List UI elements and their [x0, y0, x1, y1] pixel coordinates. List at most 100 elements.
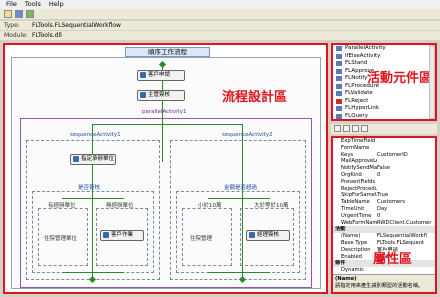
query-icon — [336, 113, 342, 119]
module-label: Module: — [4, 32, 28, 39]
notify-icon — [336, 76, 342, 81]
property-row[interactable]: ExpTimeField — [333, 138, 435, 145]
events-icon[interactable] — [361, 125, 368, 132]
property-key: Enabled — [341, 253, 362, 260]
property-value[interactable] — [377, 267, 435, 274]
property-value[interactable]: True — [377, 192, 435, 199]
approve-icon — [73, 156, 79, 162]
designer-region-label: 流程設計區 — [222, 90, 288, 105]
activity-manager[interactable]: 經理簽核 — [246, 230, 290, 241]
menu-bar: File Tools Help — [0, 0, 440, 9]
activity-item[interactable]: FLHyperLink — [333, 105, 435, 113]
property-row[interactable]: FormName — [333, 145, 435, 152]
activity-item[interactable]: ParallelActivity — [333, 45, 435, 53]
property-value[interactable] — [377, 145, 435, 152]
property-key: OrgKind — [341, 171, 362, 178]
property-value[interactable]: CustomerID — [377, 152, 435, 159]
property-value[interactable]: FLSequentialWorkfl — [377, 233, 435, 240]
property-key: FormName — [341, 144, 370, 151]
if-amount-label: 金額是否超過 — [224, 185, 258, 191]
property-row[interactable]: UrgentTime 0 — [333, 213, 435, 220]
activity-panel: ParallelActivity IfElseActivity FLStand … — [331, 43, 437, 121]
property-key: Description — [341, 246, 371, 253]
property-row[interactable]: Base Type FLTools.FLSequent — [333, 240, 435, 247]
activity-assign-clerk[interactable]: 指定承辦單位 — [70, 154, 116, 165]
property-key: UrgentTime — [341, 212, 372, 219]
if-sign-label: 是否簽核 — [78, 185, 101, 191]
menu-help[interactable]: Help — [49, 0, 64, 9]
property-key: TableName — [341, 199, 370, 206]
start-node — [158, 60, 167, 69]
property-grid: ExpTimeField FormName Keys CustomerID MailAp… — [331, 136, 437, 294]
property-key: RejectProcedure — [341, 185, 377, 192]
ifelse-icon — [336, 53, 342, 59]
activity-customer-proc[interactable]: 客戶作業 — [100, 230, 144, 241]
property-value[interactable]: FLTools.FLSequent — [377, 240, 435, 247]
activity-customer-service[interactable]: 客戶申請 — [137, 70, 185, 81]
menu-tools[interactable]: Tools — [25, 0, 41, 9]
property-value[interactable] — [377, 179, 435, 186]
property-value[interactable]: RWDClient.Customer — [377, 220, 435, 227]
open-icon[interactable] — [4, 10, 12, 18]
property-description: (Name) 請指定用來產生識別類型的活動名稱。 — [333, 274, 435, 292]
stand-icon — [336, 61, 342, 66]
property-key: WebFormName — [341, 219, 377, 226]
property-row[interactable]: Dynamic — [333, 267, 435, 274]
workflow-designer[interactable]: 順序工作流程 流程設計區 客戶申請 主管簽核 parallelActivity1… — [3, 43, 328, 294]
property-key: MailApproveLevel — [341, 158, 377, 165]
property-key: NotifySendMail — [341, 165, 377, 172]
alphabetical-icon[interactable] — [343, 125, 350, 132]
assistant-label: 住院管理 — [190, 236, 213, 242]
menu-file[interactable]: File — [6, 0, 17, 9]
property-value[interactable]: Customers — [377, 199, 435, 206]
property-key: TimeUnit — [341, 205, 365, 212]
property-row[interactable]: PresentFields — [333, 179, 435, 186]
deploy-icon[interactable] — [26, 10, 34, 18]
seq1-label: sequenceActivity1 — [70, 132, 121, 138]
property-row[interactable]: TableName Customers — [333, 199, 435, 206]
property-value[interactable]: False — [377, 165, 435, 172]
procedure-icon — [336, 83, 342, 89]
activity-item[interactable]: FLReject — [333, 98, 435, 106]
activity-item[interactable]: IfElseActivity — [333, 53, 435, 61]
property-row[interactable]: TimeUnit Day — [333, 206, 435, 213]
properties-icon[interactable] — [352, 125, 359, 132]
workflow-title: 順序工作流程 — [125, 47, 210, 57]
save-icon[interactable] — [15, 10, 23, 18]
property-value[interactable] — [377, 158, 435, 165]
property-toolbar — [331, 124, 437, 134]
type-value: FLTools.FLSequentialWorkflow — [32, 22, 121, 29]
property-key: Keys — [341, 151, 354, 158]
property-row[interactable]: Keys CustomerID — [333, 152, 435, 159]
approve-icon — [249, 232, 255, 238]
property-value[interactable]: 0 — [377, 213, 435, 220]
activity-item[interactable]: FLQuery — [333, 113, 435, 120]
property-region-label: 屬性區 — [373, 252, 413, 267]
seq2-label: sequenceActivity2 — [222, 132, 273, 138]
property-value[interactable] — [377, 186, 435, 193]
activity-scrollbar[interactable] — [429, 45, 435, 119]
workflow-canvas[interactable]: 流程設計區 客戶申請 主管簽核 parallelActivity1 sequen… — [11, 57, 321, 289]
validate-icon — [336, 91, 342, 96]
category-activity[interactable]: 活動 — [333, 226, 435, 234]
property-row[interactable]: MailApproveLevel — [333, 158, 435, 165]
property-row[interactable]: SkipForSameUserTrue — [333, 192, 435, 199]
property-value[interactable] — [377, 138, 435, 145]
property-key: Dynamic — [341, 267, 364, 274]
activity-item[interactable]: FLValidate — [333, 90, 435, 98]
property-value[interactable]: 0 — [377, 172, 435, 179]
categorized-icon[interactable] — [334, 125, 341, 132]
handle-dept-label: 住院管理單位 — [44, 236, 78, 242]
property-row[interactable]: OrgKind 0 — [333, 172, 435, 179]
property-row[interactable]: WebFormName RWDClient.Customer — [333, 220, 435, 227]
description-text: 請指定用來產生識別類型的活動名稱。 — [335, 282, 424, 289]
approve-icon — [140, 72, 146, 78]
property-row[interactable]: NotifySendMail False — [333, 165, 435, 172]
module-value: FLTools.dll — [32, 32, 62, 39]
property-row[interactable]: (Name) FLSequentialWorkfl — [333, 233, 435, 240]
reject-icon — [336, 98, 342, 104]
property-row[interactable]: RejectProcedure — [333, 186, 435, 193]
parallel-label: parallelActivity1 — [142, 109, 187, 115]
property-value[interactable]: Day — [377, 206, 435, 213]
activity-supervisor-sign[interactable]: 主管簽核 — [137, 90, 185, 101]
